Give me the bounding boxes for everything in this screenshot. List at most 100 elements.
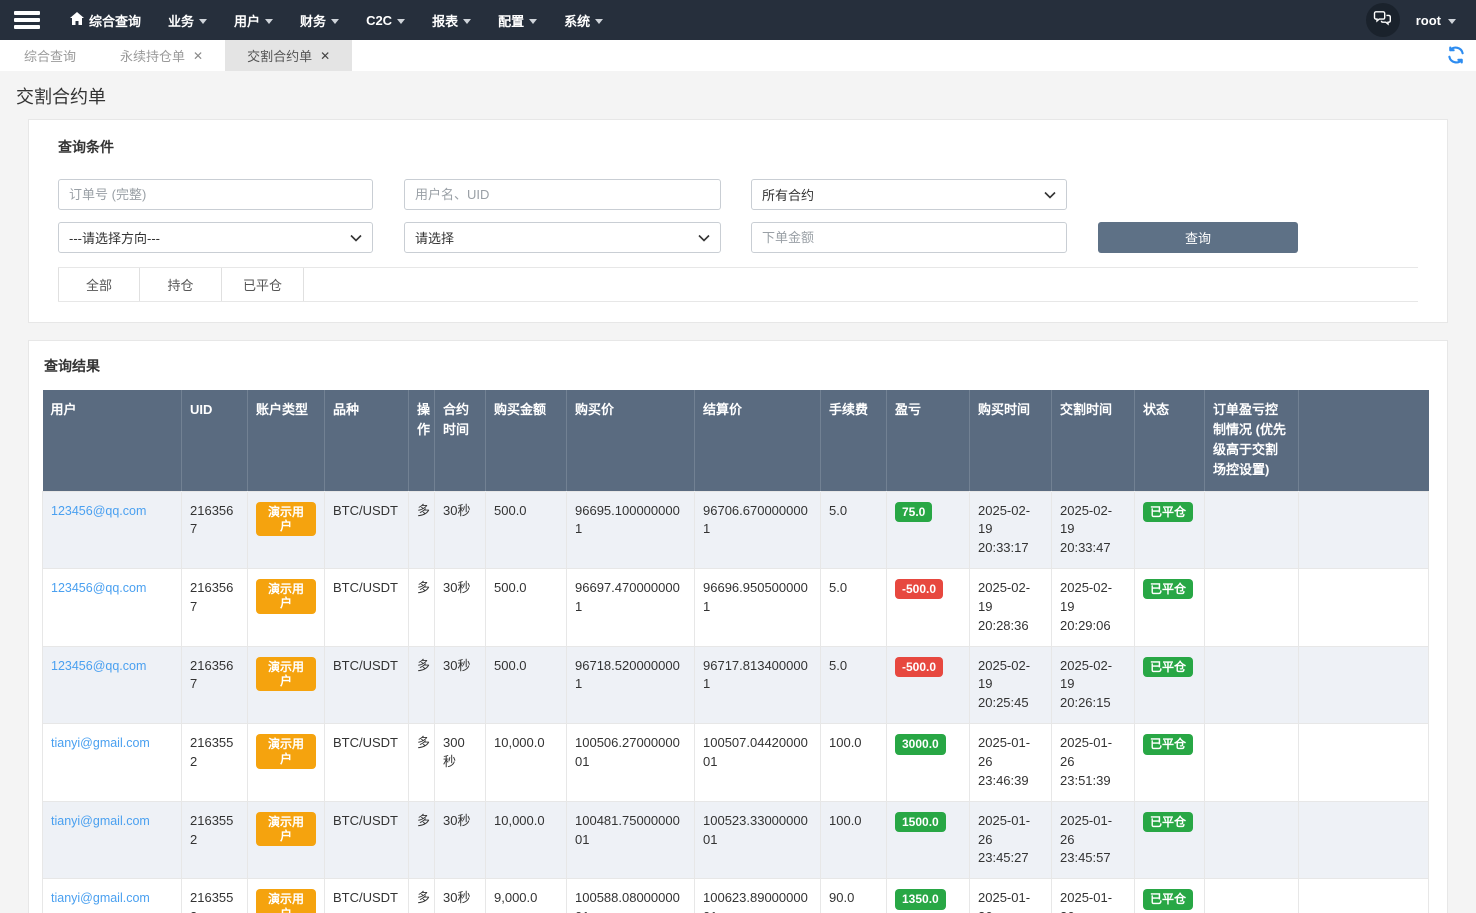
chevron-down-icon bbox=[265, 18, 274, 24]
chevron-down-icon bbox=[1044, 191, 1056, 199]
pnl-badge: -500.0 bbox=[895, 579, 944, 600]
position-filter-tabs: 全部 持仓 已平仓 bbox=[58, 267, 1418, 302]
user-email-link[interactable]: 123456@qq.com bbox=[51, 504, 146, 518]
settle-price-cell-cell: 96717.8134000001 bbox=[694, 645, 821, 725]
status-badge-cell: 已平仓 bbox=[1134, 645, 1205, 725]
symbol-cell-cell: BTC/USDT bbox=[324, 800, 409, 880]
chat-button[interactable] bbox=[1365, 3, 1400, 37]
fee-cell-cell: 100.0 bbox=[820, 723, 887, 802]
settle-time-cell-cell: 2025-02-19 20:29:06 bbox=[1051, 568, 1135, 647]
blank-cell-cell bbox=[1298, 878, 1429, 913]
nav-item-label: 配置 bbox=[498, 13, 525, 29]
blank-cell-cell bbox=[1298, 490, 1429, 570]
buy-time-cell-cell: 2025-01-26 23:44:28 bbox=[969, 878, 1052, 913]
table-row: tianyi@gmail.com 2163552 演示用户 BTC/USDT 多 300秒… bbox=[42, 723, 1429, 802]
filter-tab-1[interactable]: 全部 bbox=[58, 268, 140, 301]
control-cell-cell bbox=[1204, 723, 1299, 802]
table-row: 123456@qq.com 2163567 演示用户 BTC/USDT 多 30秒 500.… bbox=[42, 568, 1429, 647]
buy-price-cell-cell: 96695.1000000001 bbox=[566, 490, 695, 570]
close-icon[interactable]: ✕ bbox=[320, 49, 330, 63]
buy-price-cell-cell: 100588.0800000001 bbox=[566, 878, 695, 913]
status-badge: 已平仓 bbox=[1143, 734, 1194, 755]
status-badge: 已平仓 bbox=[1143, 889, 1194, 910]
refresh-icon[interactable] bbox=[1446, 45, 1466, 68]
nav-item-6[interactable]: 报表 bbox=[432, 11, 472, 30]
results-panel-title: 查询结果 bbox=[44, 358, 100, 374]
nav-item-label: C2C bbox=[366, 12, 393, 28]
user-email-link[interactable]: tianyi@gmail.com bbox=[51, 736, 150, 750]
pnl-badge: -500.0 bbox=[895, 656, 944, 678]
nav-item-5[interactable]: C2C bbox=[366, 12, 406, 28]
buy-price-cell-cell: 96697.4700000001 bbox=[566, 568, 695, 647]
user-email-link[interactable]: tianyi@gmail.com bbox=[51, 814, 150, 828]
filter-tab-2[interactable]: 持仓 bbox=[140, 268, 222, 301]
user-email-link[interactable]: tianyi@gmail.com bbox=[51, 891, 150, 905]
account-type-badge: 演示用户 bbox=[256, 734, 316, 769]
close-icon[interactable]: ✕ bbox=[193, 49, 203, 63]
chevron-down-icon bbox=[331, 18, 340, 24]
fee-cell-cell: 5.0 bbox=[820, 490, 887, 570]
nav-item-8[interactable]: 系统 bbox=[564, 11, 604, 30]
chat-icon bbox=[1373, 10, 1392, 30]
settle-price-cell-cell: 100523.3300000001 bbox=[694, 800, 821, 880]
direction-cell-cell: 多 bbox=[408, 723, 435, 802]
user-menu[interactable]: root bbox=[1416, 13, 1462, 28]
tab-label: 综合查询 bbox=[24, 49, 77, 64]
status-select[interactable]: 请选择 bbox=[404, 222, 721, 253]
settle-time-cell-cell: 2025-01-26 23:44:58 bbox=[1051, 878, 1135, 913]
chevron-down-icon bbox=[1448, 18, 1456, 24]
settle-time-cell-cell: 2025-02-19 20:26:15 bbox=[1051, 645, 1135, 725]
column-header-15: 订单盈亏控制情况 (优先级高于交割场控设置) bbox=[1204, 390, 1299, 492]
nav-item-2[interactable]: 业务 bbox=[168, 11, 208, 30]
nav-item-3[interactable]: 用户 bbox=[234, 11, 274, 30]
buy-time-cell-cell: 2025-02-19 20:25:45 bbox=[969, 645, 1052, 725]
direction-cell-cell: 多 bbox=[408, 800, 435, 880]
account-type-badge: 演示用户 bbox=[256, 579, 316, 614]
account-type-badge-cell: 演示用户 bbox=[247, 568, 325, 647]
nav-item-label: 综合查询 bbox=[89, 13, 142, 29]
account-type-badge-cell: 演示用户 bbox=[247, 490, 325, 570]
nav-item-label: 报表 bbox=[432, 13, 459, 29]
user-email-link-cell: 123456@qq.com bbox=[42, 645, 182, 725]
tab-3[interactable]: 交割合约单 ✕ bbox=[225, 40, 353, 71]
status-badge-cell: 已平仓 bbox=[1134, 878, 1205, 913]
settle-time-cell-cell: 2025-02-19 20:33:47 bbox=[1051, 490, 1135, 570]
direction-select[interactable]: ---请选择方向--- bbox=[58, 222, 373, 253]
account-type-badge-cell: 演示用户 bbox=[247, 645, 325, 725]
chevron-down-icon bbox=[698, 234, 710, 242]
pnl-badge-cell: -500.0 bbox=[886, 568, 970, 647]
chevron-down-icon bbox=[595, 18, 604, 24]
control-cell-cell bbox=[1204, 490, 1299, 570]
tab-1[interactable]: 综合查询 bbox=[2, 40, 98, 71]
control-cell-cell bbox=[1204, 645, 1299, 725]
table-row: 123456@qq.com 2163567 演示用户 BTC/USDT 多 30秒 500.… bbox=[42, 645, 1429, 725]
nav-item-7[interactable]: 配置 bbox=[498, 11, 538, 30]
pnl-badge: 1500.0 bbox=[895, 811, 946, 833]
column-header-10: 手续费 bbox=[820, 390, 887, 492]
amount-cell-cell: 500.0 bbox=[485, 490, 567, 570]
user-email-link[interactable]: 123456@qq.com bbox=[51, 659, 146, 673]
uid-cell-cell: 2163552 bbox=[181, 878, 248, 913]
tab-2[interactable]: 永续持仓单 ✕ bbox=[98, 40, 225, 71]
main-menu: 综合查询 业务 用户 财务 C2C 报表 配置 系统 bbox=[70, 11, 604, 30]
settle-price-cell-cell: 96706.6700000001 bbox=[694, 490, 821, 570]
order-amount-input[interactable] bbox=[751, 222, 1067, 253]
query-conditions-panel: 查询条件 所有合约 ---请选择方向--- 请选择 查询 全部持仓已平仓 bbox=[28, 119, 1448, 323]
user-email-link-cell: 123456@qq.com bbox=[42, 568, 182, 647]
user-email-link[interactable]: 123456@qq.com bbox=[51, 581, 146, 595]
search-button[interactable]: 查询 bbox=[1098, 222, 1298, 253]
direction-select-value: ---请选择方向--- bbox=[69, 231, 160, 246]
symbol-cell-cell: BTC/USDT bbox=[324, 723, 409, 802]
contract-select[interactable]: 所有合约 bbox=[751, 179, 1067, 210]
hamburger-menu-icon[interactable] bbox=[14, 11, 40, 29]
username-uid-input[interactable] bbox=[404, 179, 721, 210]
pnl-badge: 3000.0 bbox=[895, 734, 946, 755]
order-no-input[interactable] bbox=[58, 179, 373, 210]
nav-item-1[interactable]: 综合查询 bbox=[70, 11, 141, 30]
blank-cell-cell bbox=[1298, 800, 1429, 880]
nav-item-label: 业务 bbox=[168, 13, 195, 29]
fee-cell-cell: 90.0 bbox=[820, 878, 887, 913]
uid-cell-cell: 2163567 bbox=[181, 490, 248, 570]
nav-item-4[interactable]: 财务 bbox=[300, 11, 340, 30]
filter-tab-3[interactable]: 已平仓 bbox=[222, 268, 304, 301]
